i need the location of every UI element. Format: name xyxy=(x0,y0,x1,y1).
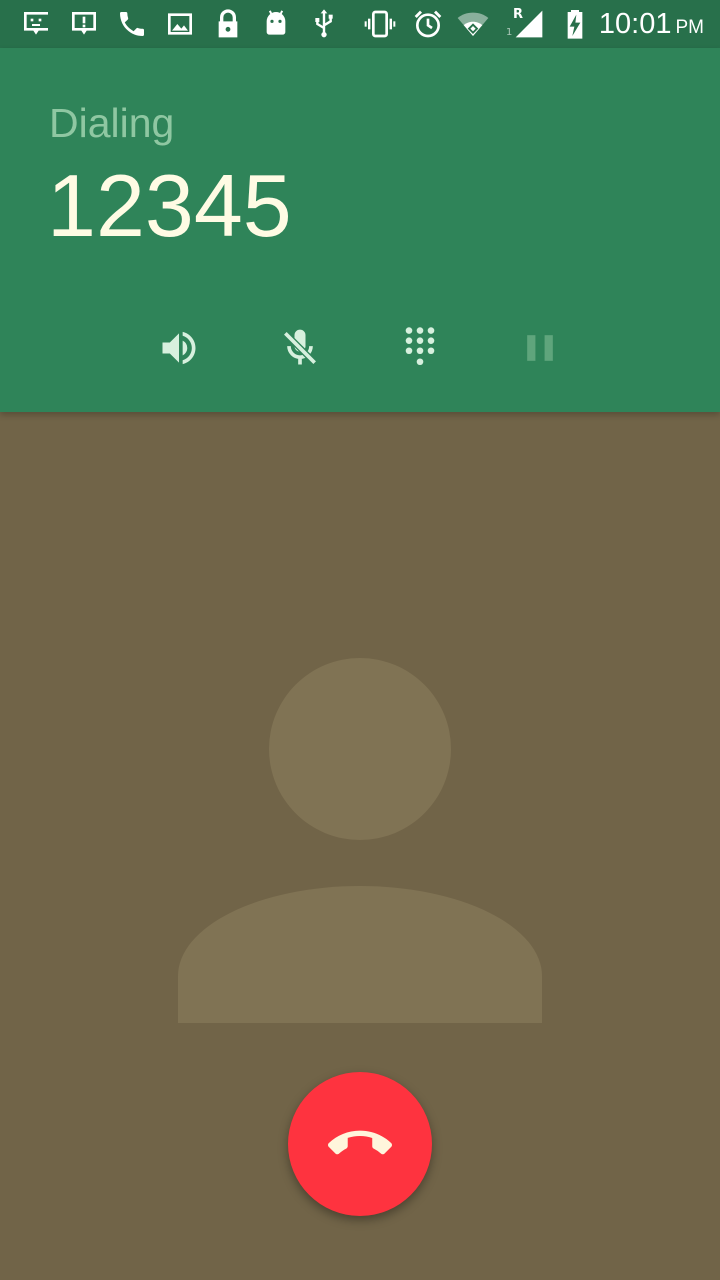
dialpad-icon xyxy=(398,326,442,370)
mute-button[interactable] xyxy=(270,318,330,378)
call-end-icon xyxy=(328,1112,392,1176)
contact-photo-head xyxy=(269,658,451,840)
speaker-button[interactable] xyxy=(149,318,209,378)
call-state-label: Dialing xyxy=(49,100,175,146)
android-icon xyxy=(258,6,294,42)
contact-photo-body xyxy=(178,886,542,1023)
speaker-icon xyxy=(157,326,201,370)
wifi-icon xyxy=(455,6,491,42)
lock-icon xyxy=(210,6,246,42)
status-bar: R 1 10:01 PM xyxy=(0,0,720,48)
phone-number: 12345 xyxy=(47,156,292,255)
call-header: Dialing 12345 xyxy=(0,48,720,412)
image-icon xyxy=(162,6,198,42)
signal-icon xyxy=(511,6,547,42)
clock-ampm: PM xyxy=(675,17,705,38)
end-call-button[interactable] xyxy=(288,1072,432,1216)
status-clock: 10:01 PM xyxy=(599,6,704,42)
usb-icon xyxy=(306,6,342,42)
feedback-icon xyxy=(18,6,54,42)
mic-off-icon xyxy=(278,326,322,370)
hold-button[interactable] xyxy=(510,318,570,378)
alert-message-icon xyxy=(66,6,102,42)
battery-charging-icon xyxy=(557,6,593,42)
alarm-icon xyxy=(410,6,446,42)
dialpad-button[interactable] xyxy=(390,318,450,378)
phone-call-icon xyxy=(114,6,150,42)
pause-icon xyxy=(518,326,562,370)
clock-time: 10:01 xyxy=(598,8,672,40)
vibrate-icon xyxy=(362,6,398,42)
